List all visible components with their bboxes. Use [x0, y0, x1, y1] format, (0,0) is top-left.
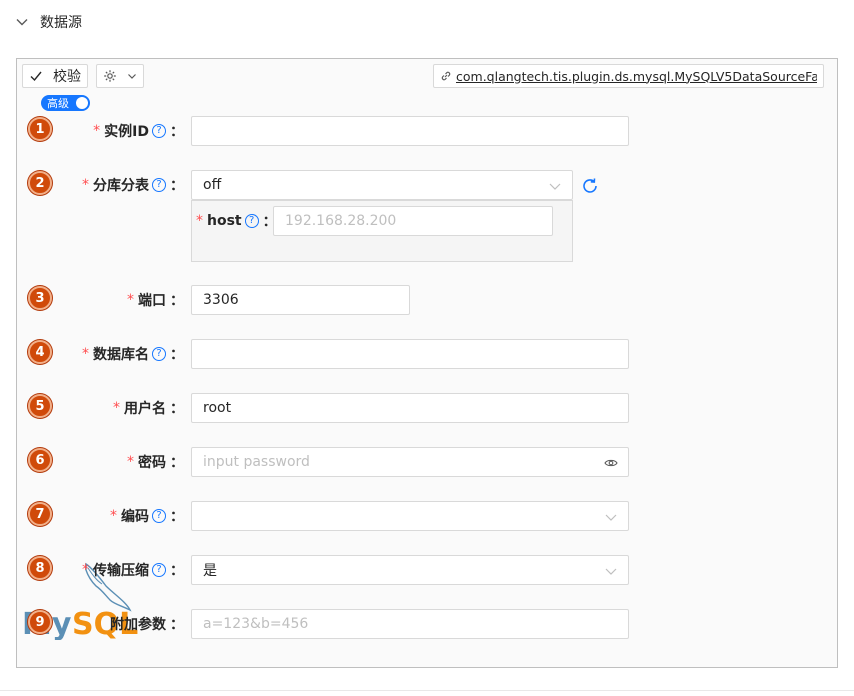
- required-mark: *: [93, 123, 101, 139]
- chevron-down-icon: [605, 514, 617, 521]
- field-label-password: * 密码 ：: [127, 447, 184, 477]
- label-colon: ：: [170, 293, 184, 309]
- label-colon: ：: [170, 563, 184, 579]
- label-colon: ：: [170, 347, 184, 363]
- label-text: 用户名: [124, 401, 166, 417]
- help-icon[interactable]: ?: [152, 509, 166, 523]
- encoding-select[interactable]: [191, 501, 629, 531]
- required-mark: *: [82, 346, 89, 362]
- label-text: host: [207, 213, 242, 229]
- step-number-1: 1: [28, 117, 52, 141]
- required-mark: *: [82, 562, 89, 578]
- bottom-divider: [0, 690, 854, 691]
- compression-select[interactable]: 是: [191, 555, 629, 585]
- help-icon[interactable]: ?: [152, 178, 166, 192]
- step-number-8: 8: [28, 556, 52, 580]
- chevron-down-icon: [16, 19, 28, 26]
- advanced-toggle-label: 高级: [47, 97, 69, 110]
- help-icon[interactable]: ?: [152, 347, 166, 361]
- label-colon: ：: [170, 617, 184, 633]
- check-icon: [30, 71, 42, 82]
- label-text: 端口: [138, 293, 166, 309]
- required-mark: *: [127, 454, 134, 470]
- port-input[interactable]: 3306: [191, 285, 410, 315]
- chevron-down-icon: [549, 183, 561, 190]
- sharding-select-value: off: [203, 177, 222, 193]
- plugin-link-text: com.qlangtech.tis.plugin.ds.mysql.MySQLV…: [456, 68, 817, 84]
- field-label-port: * 端口 ：: [127, 285, 184, 315]
- compression-select-value: 是: [203, 563, 217, 579]
- label-text: 实例ID: [104, 124, 149, 140]
- field-label-encoding: * 编码 ? ：: [110, 501, 184, 531]
- plugin-link[interactable]: com.qlangtech.tis.plugin.ds.mysql.MySQLV…: [433, 64, 824, 88]
- step-number-3: 3: [28, 286, 52, 310]
- extra-params-input[interactable]: a=123&b=456: [191, 609, 629, 639]
- step-number-9: 9: [28, 610, 52, 634]
- step-number-5: 5: [28, 394, 52, 418]
- toggle-knob: [76, 97, 88, 109]
- advanced-toggle[interactable]: 高级: [41, 95, 90, 111]
- sharding-select[interactable]: off: [191, 170, 573, 200]
- label-text: 密码: [138, 455, 166, 471]
- link-icon: [441, 71, 451, 81]
- field-label-instance-id: * 实例ID ? ：: [93, 116, 184, 146]
- required-mark: *: [196, 213, 203, 229]
- step-number-4: 4: [28, 340, 52, 364]
- refresh-icon[interactable]: [581, 177, 599, 195]
- label-text: 分库分表: [93, 178, 149, 194]
- label-colon: ：: [170, 509, 184, 525]
- label-colon: ：: [170, 401, 184, 417]
- field-label-sharding: * 分库分表 ? ：: [82, 170, 184, 200]
- label-text: 数据库名: [93, 347, 149, 363]
- label-text: 传输压缩: [93, 563, 149, 579]
- settings-dropdown-button[interactable]: [96, 64, 144, 88]
- help-icon[interactable]: ?: [244, 214, 259, 228]
- eye-icon[interactable]: [604, 456, 618, 470]
- field-label-username: * 用户名 ：: [113, 393, 184, 423]
- step-number-6: 6: [28, 448, 52, 472]
- section-title: 数据源: [40, 15, 82, 31]
- chevron-down-icon: [128, 74, 136, 79]
- label-text: 编码: [121, 509, 149, 525]
- instance-id-input[interactable]: [191, 116, 629, 146]
- label-colon: ：: [170, 124, 184, 140]
- chevron-down-icon: [605, 568, 617, 575]
- validate-button[interactable]: 校验: [22, 64, 88, 88]
- field-label-host: * host ? ：: [196, 206, 277, 236]
- field-label-dbname: * 数据库名 ? ：: [82, 339, 184, 369]
- password-placeholder: input password: [203, 454, 310, 470]
- validate-label: 校验: [53, 69, 81, 85]
- section-header[interactable]: 数据源: [16, 10, 82, 34]
- label-colon: ：: [170, 455, 184, 471]
- password-input[interactable]: input password: [191, 447, 629, 477]
- help-icon[interactable]: ?: [152, 563, 166, 577]
- gear-icon: [104, 70, 116, 82]
- step-number-2: 2: [28, 171, 52, 195]
- username-input[interactable]: root: [191, 393, 629, 423]
- label-colon: ：: [170, 178, 184, 194]
- label-text: 附加参数: [110, 617, 166, 633]
- dbname-input[interactable]: [191, 339, 629, 369]
- host-input[interactable]: 192.168.28.200: [273, 206, 553, 236]
- field-label-compression: * 传输压缩 ? ：: [82, 555, 184, 585]
- help-icon[interactable]: ?: [152, 124, 166, 138]
- required-mark: *: [127, 292, 134, 308]
- required-mark: *: [82, 177, 89, 193]
- required-mark: *: [110, 508, 117, 524]
- required-mark: *: [113, 400, 120, 416]
- field-label-extra-params: 附加参数 ：: [110, 609, 184, 639]
- step-number-7: 7: [28, 502, 52, 526]
